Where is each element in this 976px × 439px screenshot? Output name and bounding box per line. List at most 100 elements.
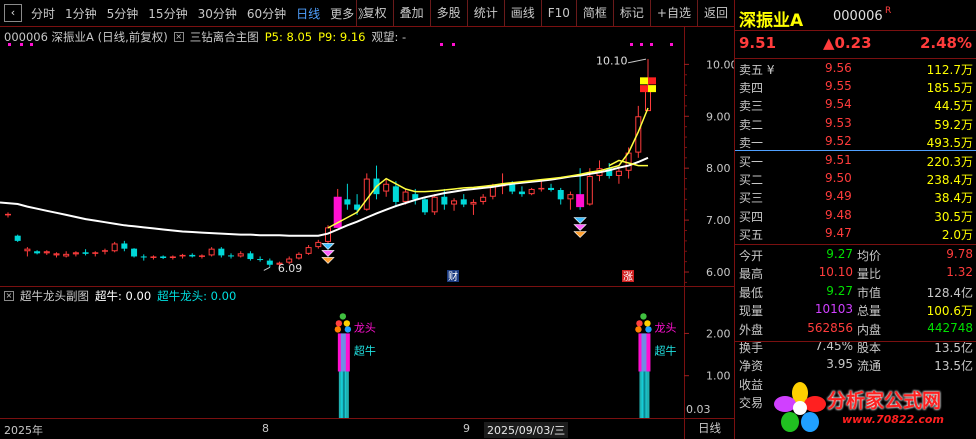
candle-body xyxy=(305,247,312,254)
chaoniu-bar xyxy=(340,333,346,418)
book-price: 9.48 xyxy=(825,207,852,222)
book-level-label: 买五 xyxy=(739,227,764,242)
stat-value: 13.5亿 xyxy=(934,359,973,374)
candle-body xyxy=(363,178,370,210)
candle-body xyxy=(82,252,89,254)
book-level-label: 买四 xyxy=(739,209,764,224)
tab-daily[interactable]: 日线 xyxy=(684,419,734,439)
sub-indicator-name[interactable]: 超牛龙头副图 xyxy=(20,288,89,304)
candle-body xyxy=(101,250,108,252)
toolbar-button[interactable]: 返回 xyxy=(696,0,734,26)
book-volume: 44.5万 xyxy=(934,99,973,114)
longtou-label: 龙头 xyxy=(654,321,676,334)
diamond-marker-icon xyxy=(321,257,335,264)
toolbar-button[interactable]: 复权 xyxy=(355,0,393,26)
indicator-toggle-icon[interactable]: × xyxy=(173,32,184,42)
stat-label: 量比 xyxy=(857,267,882,282)
stat-value: 100.6万 xyxy=(926,304,973,319)
bid-row[interactable]: 买一 9.51 220.3万 xyxy=(735,153,976,171)
x-label-aug: 8 xyxy=(262,422,269,435)
toolbar-button[interactable]: 简框 xyxy=(575,0,613,26)
y-tick-label: 9.00 xyxy=(706,110,731,123)
candle-body xyxy=(470,201,477,205)
period-tab[interactable]: 日线 xyxy=(291,5,325,22)
candle-body xyxy=(518,191,525,195)
toolbar-button[interactable]: +自选 xyxy=(649,0,697,26)
book-price: 9.50 xyxy=(825,171,852,186)
bid-row[interactable]: 买四 9.48 30.5万 xyxy=(735,208,976,226)
ask-row[interactable]: 卖三 9.54 44.5万 xyxy=(735,97,976,115)
stat-value: 9.27 xyxy=(826,283,853,298)
candle-body xyxy=(169,256,176,259)
book-price: 9.56 xyxy=(825,61,852,75)
ball-icon xyxy=(344,326,352,333)
stat-value: 9.27 xyxy=(826,247,853,261)
stat-row: 今开 9.27 均价 9.78 xyxy=(735,247,976,265)
stat-value: 1.32 xyxy=(946,265,973,280)
candle-body xyxy=(140,256,147,258)
cai-badge-label: 财 xyxy=(448,270,458,283)
sub-indicator-toggle-icon[interactable]: × xyxy=(4,291,14,301)
toolbar-button[interactable]: F10 xyxy=(540,0,576,26)
ball-icon xyxy=(339,313,347,320)
period-tab[interactable]: 30分钟 xyxy=(193,5,242,22)
x-label-sep: 9 xyxy=(463,422,470,435)
signal-box xyxy=(640,77,648,85)
period-tab[interactable]: 15分钟 xyxy=(143,5,192,22)
candle-body xyxy=(295,253,302,259)
stat-row: 净资 3.95 流通 13.5亿 xyxy=(735,357,976,375)
period-tab[interactable]: 1分钟 xyxy=(60,5,102,22)
period-tab[interactable]: 5分钟 xyxy=(102,5,144,22)
candle-body xyxy=(538,187,545,190)
stat-label: 内盘 xyxy=(857,322,882,337)
bid-row[interactable]: 买五 9.47 2.0万 xyxy=(735,226,976,244)
signal-box xyxy=(640,85,648,93)
bid-row[interactable]: 买三 9.49 38.4万 xyxy=(735,189,976,207)
book-level-label: 卖四 xyxy=(739,81,764,96)
book-price: 9.54 xyxy=(825,97,852,112)
book-level-label: 买二 xyxy=(739,173,764,188)
y-tick-label: 8.00 xyxy=(706,162,731,175)
ask-row[interactable]: 卖五 ¥ 9.56 112.7万 xyxy=(735,61,976,79)
flower-logo-icon xyxy=(774,382,826,432)
toolbar-button[interactable]: 画线 xyxy=(503,0,541,26)
price-change: ▲0.23 xyxy=(823,34,872,52)
toolbar-button[interactable]: 标记 xyxy=(612,0,650,26)
book-price: 9.47 xyxy=(825,225,852,240)
toolbar-button[interactable]: 叠加 xyxy=(392,0,430,26)
quote-panel: 深振业A 000006 R 9.51 ▲0.23 2.48% 卖五 ¥ 9.56 1… xyxy=(734,0,976,439)
candle-body xyxy=(14,235,21,241)
kline-chart[interactable]: 10.00 9.00 8.00 7.00 6.00 2.00 1.00 0.03 10.10 6.… xyxy=(0,27,734,419)
book-price: 9.51 xyxy=(825,153,852,167)
stat-label: 交易 xyxy=(739,396,764,411)
ask-row[interactable]: 卖二 9.53 59.2万 xyxy=(735,116,976,134)
zhang-badge-label: 涨 xyxy=(623,271,633,283)
candle-body xyxy=(528,188,535,195)
candle-body xyxy=(237,253,244,257)
divider xyxy=(735,58,976,59)
last-price: 9.51 xyxy=(739,34,777,52)
signal-dot xyxy=(640,43,643,46)
period-tab[interactable]: 分时 xyxy=(26,5,60,22)
chaoniu-longtou-value: 超牛龙头: 0.00 xyxy=(157,289,237,303)
ask-row[interactable]: 卖四 9.55 185.5万 xyxy=(735,79,976,97)
ball-icon xyxy=(343,320,351,327)
book-volume: 38.4万 xyxy=(934,191,973,206)
low-marker-line xyxy=(263,266,271,271)
sub-current-value: 0.03 xyxy=(686,403,711,416)
main-indicator-name[interactable]: 三钻离合主图 xyxy=(190,29,259,45)
book-volume: 493.5万 xyxy=(926,135,973,150)
candle-body xyxy=(72,252,79,255)
divider xyxy=(735,30,976,31)
left-arrow-icon[interactable]: ‹ xyxy=(4,4,22,22)
toolbar-button[interactable]: 统计 xyxy=(466,0,504,26)
divider xyxy=(735,341,976,342)
bid-row[interactable]: 买二 9.50 238.4万 xyxy=(735,171,976,189)
toolbar-button[interactable]: 多股 xyxy=(429,0,467,26)
candle-body xyxy=(441,196,448,205)
stat-label: 总量 xyxy=(857,304,882,319)
watermark-url: www.70822.com xyxy=(842,413,944,426)
period-tab[interactable]: 60分钟 xyxy=(242,5,291,22)
p9-value: P9: 9.16 xyxy=(318,30,366,44)
watermark: 分析家公式网 www.70822.com xyxy=(772,380,974,436)
